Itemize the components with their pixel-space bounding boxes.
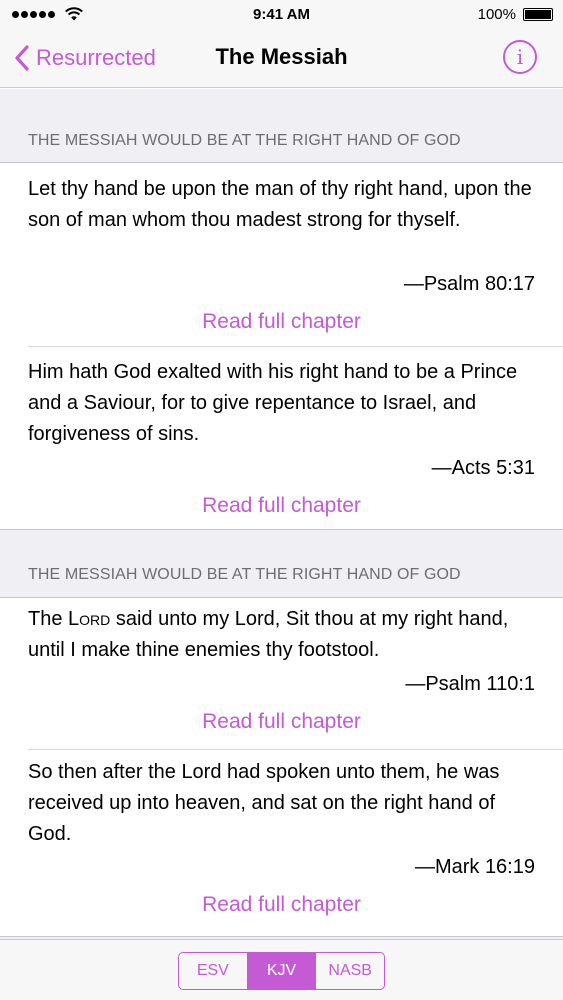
verse-small-caps-lord: Lord xyxy=(68,608,111,630)
verse-reference: —Acts 5:31 xyxy=(431,457,535,479)
translation-nasb[interactable]: NASB xyxy=(315,953,384,989)
translation-esv[interactable]: ESV xyxy=(179,953,247,989)
read-full-chapter-link[interactable]: Read full chapter xyxy=(0,310,563,334)
battery-percent: 100% xyxy=(477,6,516,23)
section-header-label: THE MESSIAH WOULD BE AT THE RIGHT HAND O… xyxy=(28,132,461,149)
back-button-label: Resurrected xyxy=(36,45,156,70)
verse-text: The Lord said unto my Lord, Sit thou at … xyxy=(28,604,543,666)
back-button[interactable]: Resurrected xyxy=(14,40,156,76)
entry-divider xyxy=(28,346,563,347)
verse-reference: —Psalm 80:17 xyxy=(403,273,535,295)
verse-text: Him hath God exalted with his right hand… xyxy=(28,361,518,445)
verse-list[interactable]: THE MESSIAH WOULD BE AT THE RIGHT HAND O… xyxy=(0,89,563,939)
verse-text: Let thy hand be upon the man of thy righ… xyxy=(28,178,532,231)
read-full-chapter-link[interactable]: Read full chapter xyxy=(0,494,563,518)
verse-reference: —Mark 16:19 xyxy=(414,856,535,878)
info-icon[interactable]: i xyxy=(503,40,537,74)
section-header-label: THE MESSIAH WOULD BE AT THE RIGHT HAND O… xyxy=(28,566,461,583)
battery-icon xyxy=(523,8,553,21)
entry-divider xyxy=(28,749,563,750)
section-header: THE MESSIAH WOULD BE AT THE RIGHT HAND O… xyxy=(0,530,563,597)
bottom-toolbar: ESV KJV NASB xyxy=(0,939,563,1000)
verse-text-part: The xyxy=(28,608,69,630)
translation-segmented-control: ESV KJV NASB xyxy=(178,952,385,990)
section-card: Let thy hand be upon the man of thy righ… xyxy=(0,162,563,530)
chevron-left-icon xyxy=(15,45,29,71)
section-header: THE MESSIAH WOULD BE AT THE RIGHT HAND O… xyxy=(0,89,563,162)
translation-kjv[interactable]: KJV xyxy=(246,953,316,989)
nav-bar: Resurrected The Messiah i xyxy=(0,30,563,88)
read-full-chapter-link[interactable]: Read full chapter xyxy=(0,893,563,917)
status-bar: 9:41 AM 100% xyxy=(0,0,563,30)
verse-reference: —Psalm 110:1 xyxy=(405,673,535,695)
verse-text: So then after the Lord had spoken unto t… xyxy=(28,761,500,845)
info-icon-glyph: i xyxy=(516,45,524,69)
read-full-chapter-link[interactable]: Read full chapter xyxy=(0,710,563,734)
section-card: The Lord said unto my Lord, Sit thou at … xyxy=(0,597,563,937)
